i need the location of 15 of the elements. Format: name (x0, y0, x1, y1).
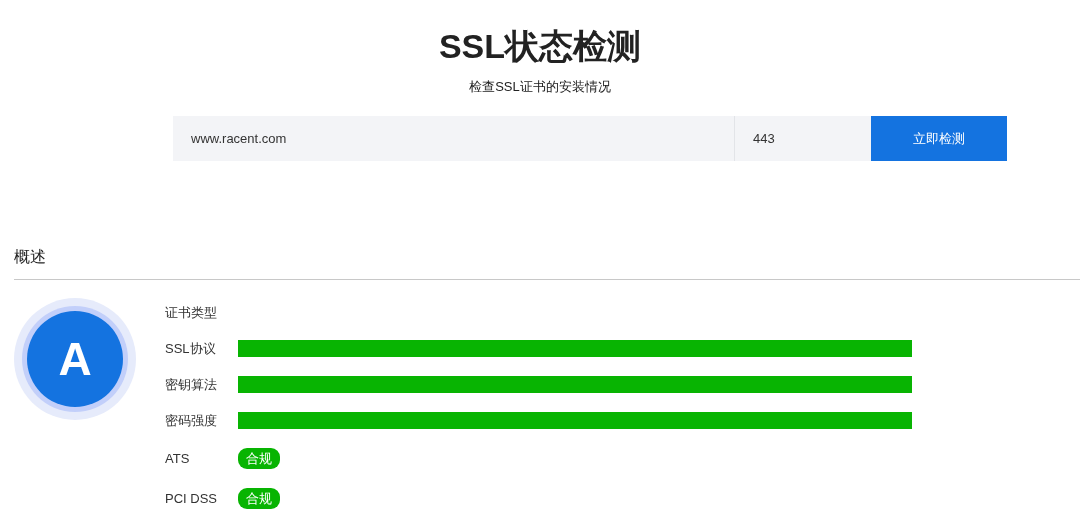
row-label: ATS (165, 449, 191, 468)
row-label: 密钥算法 (165, 375, 218, 394)
row-label: PCI DSS (165, 489, 218, 508)
grade-badge: A (14, 298, 136, 421)
row-label: SSL协议 (165, 339, 217, 358)
row-label: 证书类型 (165, 303, 218, 322)
port-input[interactable]: 443 (735, 116, 871, 162)
row-label: 密码强度 (165, 411, 218, 430)
status-tag: 合规 (238, 487, 280, 510)
page-title: SSL状态检测 (437, 26, 643, 67)
status-tag: 合规 (238, 447, 280, 470)
section-heading: 概述 (14, 245, 1080, 281)
domain-input[interactable]: www.racent.com (173, 116, 735, 162)
check-button[interactable]: 立即检测 (871, 116, 1007, 162)
page-subtitle: 检查SSL证书的安装情况 (468, 77, 612, 96)
